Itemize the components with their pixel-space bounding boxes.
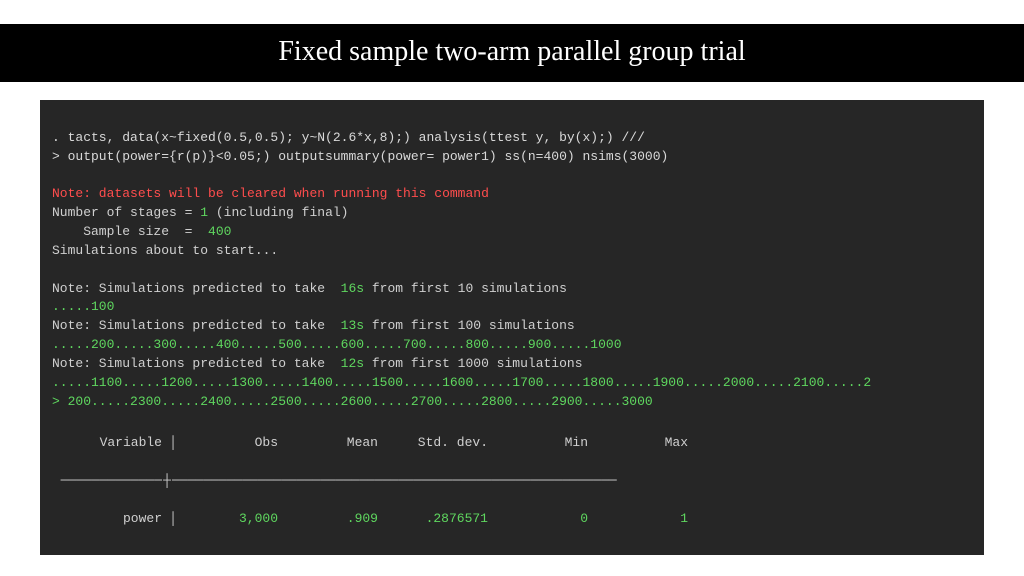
command-line-1: . tacts, data(x~fixed(0.5,0.5); y~N(2.6*… bbox=[52, 130, 645, 145]
col-mean: Mean bbox=[278, 434, 378, 453]
cell-min: 0 bbox=[488, 510, 588, 529]
stages-line: Number of stages = 1 (including final) bbox=[52, 205, 348, 220]
cell-max: 1 bbox=[588, 510, 688, 529]
col-variable: Variable bbox=[52, 434, 168, 453]
summary-table: Variable│ObsMeanStd. dev.MinMax ────────… bbox=[52, 416, 972, 548]
table-header-row: Variable│ObsMeanStd. dev.MinMax bbox=[52, 434, 972, 453]
cell-obs: 3,000 bbox=[178, 510, 278, 529]
prediction-2: Note: Simulations predicted to take 13s … bbox=[52, 318, 575, 333]
progress-dots-4: > 200.....2300.....2400.....2500.....260… bbox=[52, 394, 653, 409]
prediction-1: Note: Simulations predicted to take 16s … bbox=[52, 281, 567, 296]
slide-title: Fixed sample two-arm parallel group tria… bbox=[0, 24, 1024, 82]
col-obs: Obs bbox=[178, 434, 278, 453]
terminal-output: . tacts, data(x~fixed(0.5,0.5); y~N(2.6*… bbox=[40, 100, 984, 555]
col-max: Max bbox=[588, 434, 688, 453]
sim-start-line: Simulations about to start... bbox=[52, 243, 278, 258]
col-min: Min bbox=[488, 434, 588, 453]
progress-dots-1: .....100 bbox=[52, 299, 114, 314]
progress-dots-2: .....200.....300.....400.....500.....600… bbox=[52, 337, 622, 352]
col-sd: Std. dev. bbox=[378, 434, 488, 453]
table-data-row: power│3,000.909.287657101 bbox=[52, 510, 972, 529]
progress-dots-3: .....1100.....1200.....1300.....1400....… bbox=[52, 375, 871, 390]
command-line-2: > output(power={r(p)}<0.05;) outputsumma… bbox=[52, 149, 668, 164]
cell-sd: .2876571 bbox=[378, 510, 488, 529]
prediction-3: Note: Simulations predicted to take 12s … bbox=[52, 356, 583, 371]
warning-note: Note: datasets will be cleared when runn… bbox=[52, 186, 489, 201]
cell-variable: power bbox=[52, 510, 168, 529]
sample-size-line: Sample size = 400 bbox=[52, 224, 231, 239]
table-divider: ─────────────┼──────────────────────────… bbox=[52, 472, 972, 491]
cell-mean: .909 bbox=[278, 510, 378, 529]
